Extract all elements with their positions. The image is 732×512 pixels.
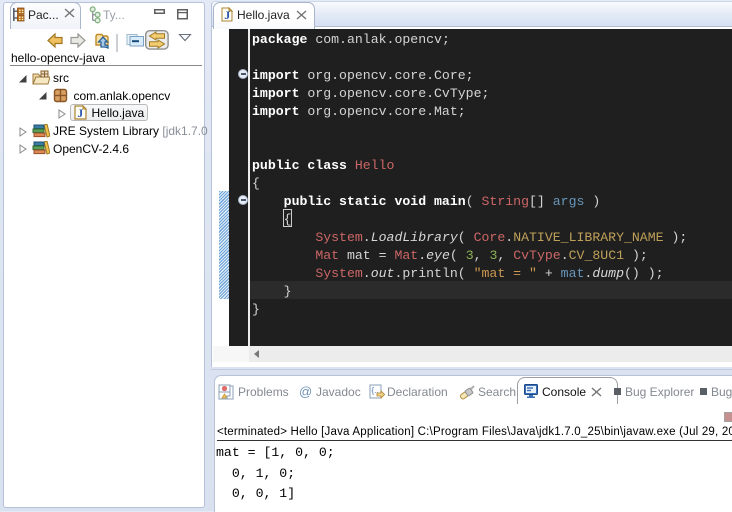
- svg-text:J: J: [224, 8, 230, 22]
- svg-text:J: J: [77, 108, 83, 120]
